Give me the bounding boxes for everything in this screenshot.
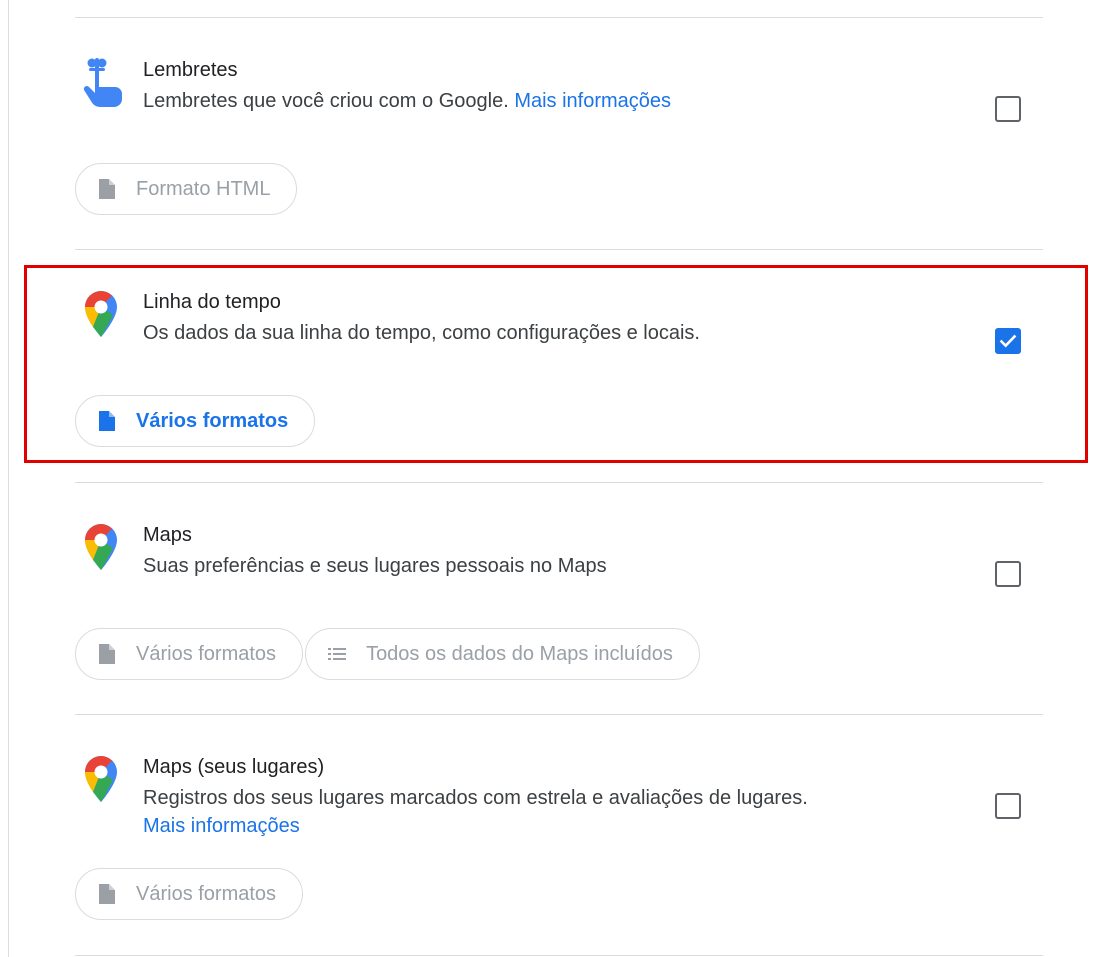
product-description-text: Suas preferências e seus lugares pessoai… [143,555,607,577]
file-icon [98,643,116,665]
product-description-text: Lembretes que você criou com o Google. [143,90,509,112]
format-chip-label: Vários formatos [136,882,277,905]
divider [75,482,1043,483]
product-title: Maps [143,524,192,546]
file-icon [98,178,116,200]
data-scope-chip[interactable]: Todos os dados do Maps incluídos [305,628,700,680]
product-description: Lembretes que você criou com o Google. M… [143,87,963,115]
maps-pin-icon [79,754,123,802]
divider [75,955,1043,956]
format-chip[interactable]: Formato HTML [75,163,298,215]
file-icon [98,883,116,905]
divider [75,17,1043,18]
highlight-box [24,265,1088,463]
product-description-text: Registros dos seus lugares marcados com … [143,787,808,809]
format-chip-label: Vários formatos [136,642,277,665]
more-info-link[interactable]: Mais informações [143,815,300,837]
more-info-link[interactable]: Mais informações [514,90,671,112]
format-chip[interactable]: Vários formatos [75,868,304,920]
format-chips: Vários formatos [75,868,304,920]
product-title: Lembretes [143,59,238,81]
include-checkbox-maps[interactable] [995,561,1021,587]
format-chip-label: Formato HTML [136,177,271,200]
reminder-hand-icon [79,57,123,107]
product-title: Maps (seus lugares) [143,756,325,778]
product-description: Registros dos seus lugares marcados com … [143,784,963,840]
data-scope-chip-label: Todos os dados do Maps incluídos [366,642,673,665]
format-chip[interactable]: Vários formatos [75,628,304,680]
format-chips: Vários formatos Todos os dados do Maps i… [75,628,700,680]
product-description: Suas preferências e seus lugares pessoai… [143,552,963,580]
include-checkbox-lembretes[interactable] [995,96,1021,122]
divider [75,249,1043,250]
maps-pin-icon [79,522,123,570]
format-chips: Formato HTML [75,163,298,215]
left-border [8,0,9,957]
divider [75,714,1043,715]
include-checkbox-maps-seus-lugares[interactable] [995,793,1021,819]
list-icon [328,643,347,665]
